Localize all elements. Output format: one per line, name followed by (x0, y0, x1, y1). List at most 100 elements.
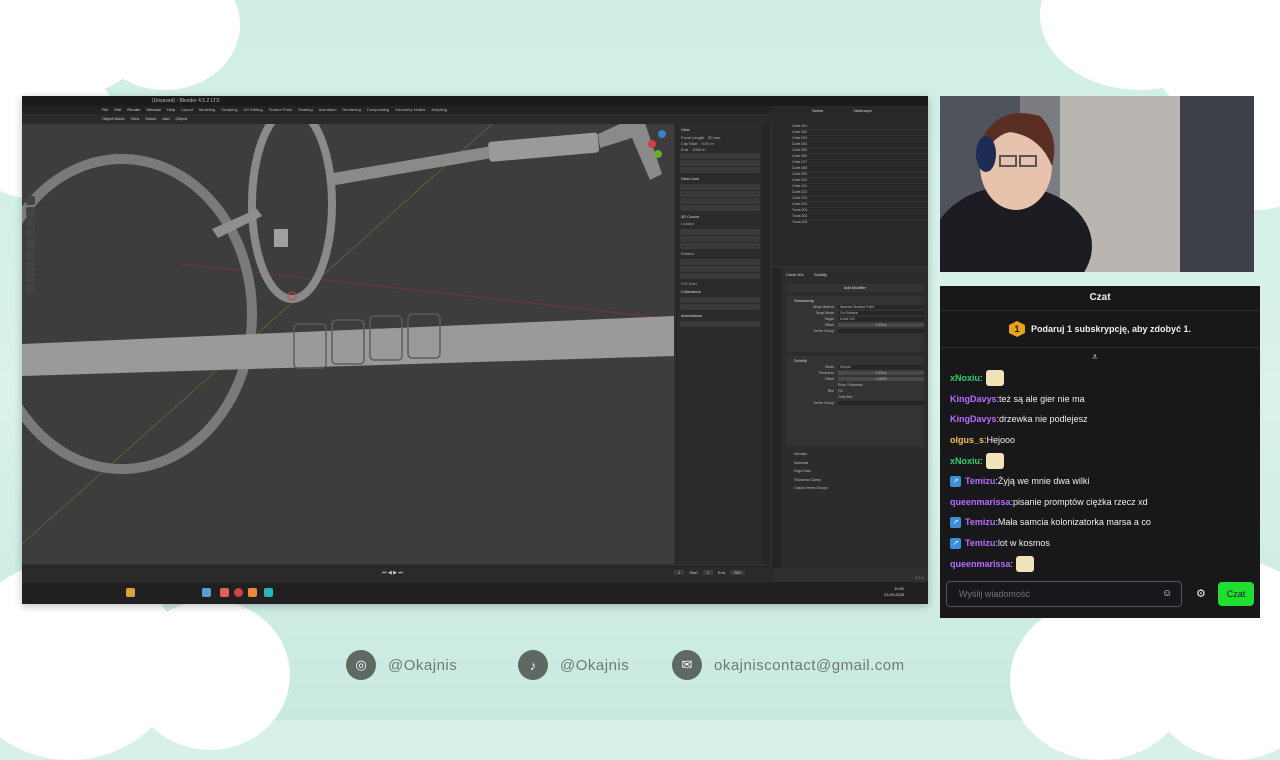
chat-username[interactable]: xNoxiu (950, 373, 980, 383)
even-thickness-checkbox[interactable]: Even Thickness (838, 383, 924, 387)
materials-subpanel[interactable]: Materials (794, 459, 828, 468)
focal-length-value[interactable]: 50 mm (708, 135, 720, 140)
rotation-mode-dropdown[interactable]: XYZ Euler (681, 282, 759, 286)
tab-layout[interactable]: Layout (181, 106, 193, 114)
annotate-tool-icon[interactable] (26, 262, 35, 271)
browser-icon[interactable] (234, 588, 243, 597)
properties-tabs[interactable] (772, 268, 782, 568)
start-frame-field[interactable]: 1 (702, 570, 713, 575)
chat-emote[interactable] (985, 370, 1004, 387)
sidebar-tabs[interactable] (762, 124, 770, 564)
vertex-group-field-2[interactable] (838, 401, 924, 405)
clip-start-value[interactable]: 0.01 m (701, 141, 713, 146)
scale-tool-icon[interactable] (26, 240, 35, 249)
chat-emote[interactable] (1016, 555, 1035, 572)
subscriber-badge-icon[interactable]: ↗ (950, 537, 961, 549)
tab-rendering[interactable]: Rendering (342, 106, 360, 114)
select-tool-icon[interactable] (26, 196, 35, 205)
chat-username[interactable]: xNoxiu (950, 456, 980, 466)
modifier-tab[interactable]: Solidify (814, 272, 827, 277)
view-panel-title[interactable]: View (681, 127, 759, 132)
chat-username[interactable]: Temizu (965, 517, 995, 527)
tab-compositing[interactable]: Compositing (367, 106, 389, 114)
tab-geometry-nodes[interactable]: Geometry Nodes (395, 106, 425, 114)
menu-file[interactable]: File (102, 106, 108, 114)
edge-data-subpanel[interactable]: Edge Data (794, 467, 828, 476)
chat-username[interactable]: Temizu (965, 538, 995, 548)
target-field[interactable]: Cube.011 (838, 317, 924, 321)
subscriber-badge-icon[interactable]: ↗ (950, 516, 961, 528)
output-vertex-groups-subpanel[interactable]: Output Vertex Groups (794, 484, 828, 493)
only-rim-checkbox[interactable]: Only Rim (838, 395, 924, 399)
scroll-down-icon[interactable]: ⩡ (1092, 352, 1098, 363)
3d-viewport[interactable] (22, 124, 674, 564)
tab-modeling[interactable]: Modeling (199, 106, 215, 114)
chat-send-button[interactable]: Czat (1218, 582, 1254, 606)
current-frame-field[interactable]: 1 (674, 570, 685, 575)
tab-uv-editing[interactable]: UV Editing (244, 106, 263, 114)
rotate-tool-icon[interactable] (26, 229, 35, 238)
normals-subpanel[interactable]: Normals (794, 450, 828, 459)
chat-username[interactable]: queenmarissa (950, 559, 1011, 569)
offset-field[interactable]: 0.15 m (838, 323, 924, 327)
view-lock-title[interactable]: View Lock (681, 176, 759, 181)
app-icon-2[interactable] (220, 588, 229, 597)
object-mode-dropdown[interactable]: Object Mode (102, 114, 125, 124)
add-modifier-button[interactable]: Add Modifier (786, 284, 924, 292)
blender-taskbar-icon[interactable] (248, 588, 257, 597)
chat-message-input[interactable] (946, 581, 1182, 607)
transform-tool-icon[interactable] (26, 251, 35, 260)
solidify-offset-field[interactable]: -1.0000 (838, 377, 924, 381)
tab-shading[interactable]: Shading (298, 106, 313, 114)
clip-end-value[interactable]: 1000 m (692, 147, 705, 152)
outliner-item[interactable]: Torus.003 (792, 220, 928, 226)
chat-username[interactable]: olgus_s (950, 435, 984, 445)
thickness-clamp-subpanel[interactable]: Thickness Clamp (794, 476, 828, 485)
select-menu[interactable]: Select (145, 114, 156, 124)
annotations-title[interactable]: Annotations (681, 313, 759, 318)
menu-help[interactable]: Help (167, 106, 175, 114)
solidify-modifier: Solidify Mode Simple Thickness 0.15 m Of… (786, 356, 924, 446)
end-frame-field[interactable]: 250 (730, 570, 745, 575)
tab-animation[interactable]: Animation (319, 106, 337, 114)
cursor-tool-icon[interactable] (26, 207, 35, 216)
thickness-field[interactable]: 0.15 m (838, 371, 924, 375)
tab-sculpting[interactable]: Sculpting (221, 106, 237, 114)
chat-username[interactable]: KingDavys (950, 394, 997, 404)
emoji-icon[interactable]: ☺ (1162, 588, 1172, 599)
subscriber-badge-icon[interactable]: ↗ (950, 475, 961, 487)
menu-window[interactable]: Window (146, 106, 160, 114)
move-tool-icon[interactable] (26, 218, 35, 227)
add-menu[interactable]: Add (162, 114, 169, 124)
shrinkwrap-name[interactable]: Shrinkwrap (786, 296, 924, 305)
object-menu[interactable]: Object (176, 114, 188, 124)
add-cube-tool-icon[interactable] (26, 284, 35, 293)
view-layer-selector[interactable]: ViewLayer (853, 108, 872, 114)
fill-checkbox[interactable]: Fill (838, 389, 924, 393)
vertex-group-field-1[interactable] (838, 329, 924, 333)
scene-selector[interactable]: Scene (812, 108, 823, 114)
mode-dropdown[interactable]: Simple (838, 365, 924, 369)
app-icon-1[interactable] (202, 588, 211, 597)
gear-icon[interactable]: ⚙ (1196, 587, 1206, 600)
gift-sub-banner[interactable]: 1 Podaruj 1 subskrypcję, aby zdobyć 1. (940, 311, 1260, 348)
chat-username[interactable]: Temizu (965, 476, 995, 486)
nose-pad[interactable] (274, 229, 288, 247)
app-icon-3[interactable] (264, 588, 273, 597)
snap-mode-dropdown[interactable]: On Surface (838, 311, 924, 315)
view-menu[interactable]: View (131, 114, 140, 124)
tab-texture-paint[interactable]: Texture Paint (269, 106, 292, 114)
chat-username[interactable]: queenmarissa (950, 497, 1011, 507)
measure-tool-icon[interactable] (26, 273, 35, 282)
chat-emote[interactable] (985, 452, 1004, 469)
playback-controls[interactable]: ⏮ ◀ ▶ ⏭ (382, 570, 403, 576)
file-explorer-icon[interactable] (126, 588, 135, 597)
solidify-name[interactable]: Solidify (786, 356, 924, 365)
menu-render[interactable]: Render (127, 106, 140, 114)
tab-scripting[interactable]: Scripting (431, 106, 447, 114)
3d-cursor-title[interactable]: 3D Cursor (681, 214, 759, 219)
chat-username[interactable]: KingDavys (950, 414, 997, 424)
collections-title[interactable]: Collections (681, 289, 759, 294)
menu-edit[interactable]: Edit (114, 106, 121, 114)
wrap-method-dropdown[interactable]: Nearest Surface Point (838, 305, 924, 309)
